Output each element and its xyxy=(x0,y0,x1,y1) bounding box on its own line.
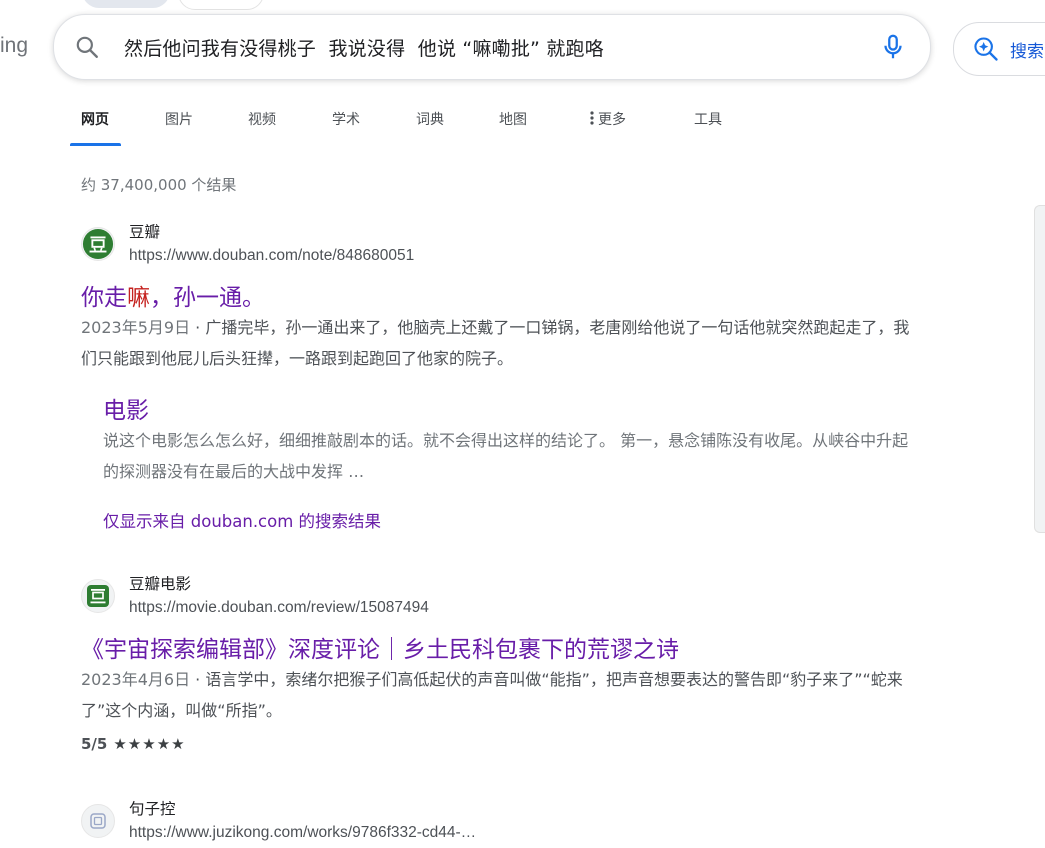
result-date: 2023年5月9日 xyxy=(81,318,191,337)
tab-tools[interactable]: 工具 xyxy=(694,109,722,129)
result-snippet: 2023年5月9日 · 广播完毕，孙一通出来了，他脑壳上还戴了一口锑锅，老唐刚给… xyxy=(81,312,911,374)
result-date: 2023年4月6日 xyxy=(81,670,191,689)
douban-movie-favicon xyxy=(81,579,115,613)
juzikong-favicon xyxy=(81,804,115,838)
result-url: https://www.juzikong.com/works/9786f332-… xyxy=(129,824,477,841)
tab-dictionary[interactable]: 词典 xyxy=(416,109,444,129)
sublink-snippet: 说这个电影怎么怎么好，细细推敲剧本的话。就不会得出这样的结论了。 第一，悬念铺陈… xyxy=(103,431,909,481)
title-part: ，孙一通。 xyxy=(150,285,265,311)
tab-images[interactable]: 图片 xyxy=(165,109,193,129)
search-box[interactable]: 然后他问我有没得桃子 我说没得 他说 “嘛嘞批” 就跑咯 xyxy=(53,14,931,80)
juzikong-logo-icon xyxy=(90,813,106,829)
tab-academic[interactable]: 学术 xyxy=(332,109,360,129)
result-site-name: 豆瓣 xyxy=(129,223,161,241)
active-tab-indicator xyxy=(70,143,121,146)
result-title-link[interactable]: 《宇宙探索编辑部》深度评论｜乡土民科包裹下的荒谬之诗 xyxy=(81,630,679,664)
microphone-icon[interactable] xyxy=(878,32,908,62)
result-site-name: 豆瓣电影 xyxy=(129,575,192,593)
tab-more-label: 更多 xyxy=(598,112,626,128)
top-pill-right[interactable] xyxy=(178,0,264,10)
result-title-link[interactable]: 你走嘛，孙一通。 xyxy=(81,278,265,312)
search-result-2: 豆瓣电影 https://movie.douban.com/review/150… xyxy=(81,570,921,720)
search-button-label: 搜索 xyxy=(1010,42,1044,62)
rating-stars-icon: ★★★★★ xyxy=(113,735,186,753)
tab-web[interactable]: 网页 xyxy=(81,109,109,129)
result-site-row[interactable]: 句子控 https://www.juzikong.com/works/9786f… xyxy=(81,795,921,841)
separator: · xyxy=(190,670,206,689)
tab-videos[interactable]: 视频 xyxy=(248,109,276,129)
search-result-3: 句子控 https://www.juzikong.com/works/9786f… xyxy=(81,795,921,841)
douban-favicon xyxy=(81,227,115,261)
result-site-name: 句子控 xyxy=(129,800,176,818)
side-panel-scrollbar[interactable] xyxy=(1034,205,1045,533)
result-snippet: 2023年4月6日 · 语言学中，索绪尔把猴子们高低起伏的声音叫做“能指”，把声… xyxy=(81,664,911,726)
snippet-text: 广播完毕，孙一通出来了，他脑壳上还戴了一口锑锅，老唐刚给他说了一句话他就突然跑起… xyxy=(81,318,910,368)
logo-fragment[interactable]: ing xyxy=(0,34,28,58)
tab-more[interactable]: 更多 xyxy=(590,109,626,129)
tab-maps[interactable]: 地图 xyxy=(499,109,527,129)
search-tabs: 网页 图片 视频 学术 词典 地图 更多 工具 xyxy=(0,96,1045,146)
snippet-text: 语言学中，索绪尔把猴子们高低起伏的声音叫做“能指”，把声音想要表达的警告即“豹子… xyxy=(81,670,903,720)
result-url: https://www.douban.com/note/848680051 xyxy=(129,247,415,264)
more-vertical-icon xyxy=(590,111,594,125)
result-rating: 5/5 ★★★★★ xyxy=(81,735,186,753)
separator: · xyxy=(190,318,206,337)
search-button[interactable]: 搜索 xyxy=(953,22,1045,76)
result-site-row[interactable]: 豆瓣 https://www.douban.com/note/848680051 xyxy=(81,218,921,264)
copilot-search-icon xyxy=(974,37,998,61)
sublink-title[interactable]: 电影 xyxy=(103,391,149,425)
title-highlight: 嘛 xyxy=(127,285,150,311)
douban-movie-logo-icon xyxy=(87,585,109,607)
search-input[interactable]: 然后他问我有没得桃子 我说没得 他说 “嘛嘞批” 就跑咯 xyxy=(124,34,604,61)
rating-text: 5/5 xyxy=(81,735,108,753)
top-pill-left[interactable] xyxy=(82,0,170,8)
douban-logo-icon xyxy=(82,228,114,260)
result-site-row[interactable]: 豆瓣电影 https://movie.douban.com/review/150… xyxy=(81,570,921,616)
site-only-results-link[interactable]: 仅显示来自 douban.com 的搜索结果 xyxy=(103,508,381,532)
search-icon xyxy=(76,36,98,58)
result-count: 约 37,400,000 个结果 xyxy=(81,176,237,194)
search-results-page: ing 然后他问我有没得桃子 我说没得 他说 “嘛嘞批” 就跑咯 搜索 网页 图… xyxy=(0,0,1045,848)
search-result-1: 豆瓣 https://www.douban.com/note/848680051… xyxy=(81,218,921,531)
result-url: https://movie.douban.com/review/15087494 xyxy=(129,599,429,616)
title-part: 你走 xyxy=(81,285,127,311)
